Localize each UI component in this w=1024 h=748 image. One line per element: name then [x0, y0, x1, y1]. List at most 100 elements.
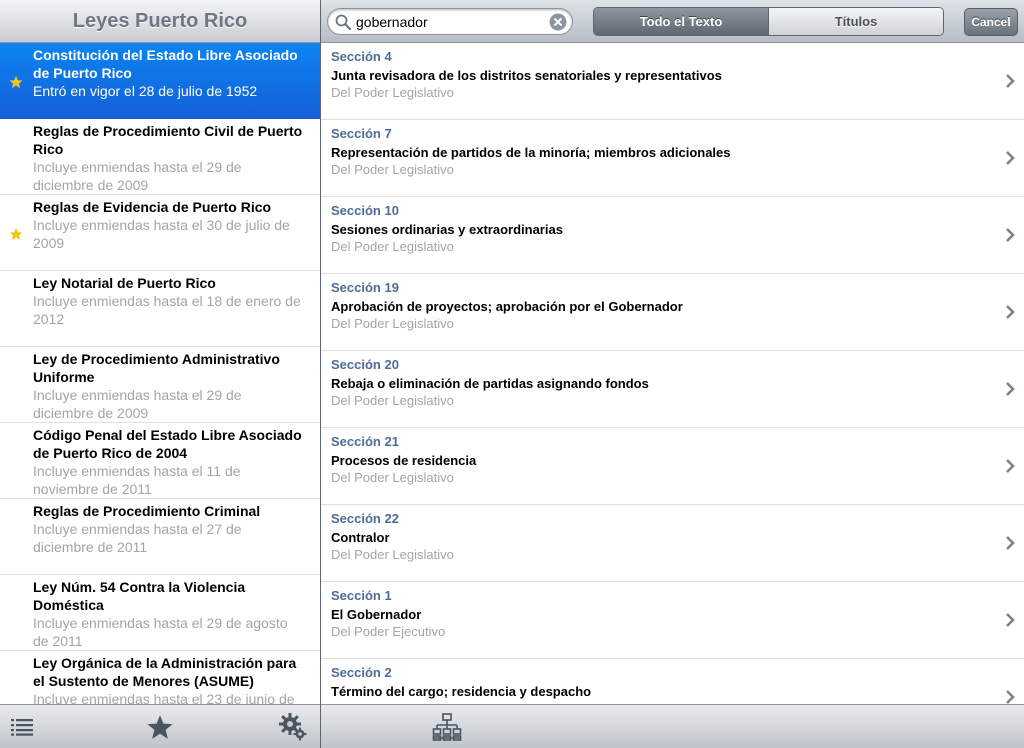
chevron-right-icon: [1006, 305, 1015, 319]
law-item-title: Reglas de Procedimiento Criminal: [33, 503, 261, 519]
law-item-subtitle: Incluye enmiendas hasta el 11 de noviemb…: [33, 463, 241, 497]
law-item-subtitle: Incluye enmiendas hasta el 29 de agosto …: [33, 615, 288, 649]
result-section: Sección 10: [331, 203, 399, 218]
law-item-title: Reglas de Evidencia de Puerto Rico: [33, 199, 272, 215]
gear-icon: [279, 713, 307, 741]
law-item-title: Ley Núm. 54 Contra la Violencia Doméstic…: [33, 579, 246, 613]
star-icon: [147, 715, 173, 739]
result-subtitle: Del Poder Ejecutivo: [331, 624, 446, 639]
table-of-contents-button[interactable]: [431, 711, 463, 743]
law-list-item[interactable]: Ley de Procedimiento Administrativo Unif…: [0, 347, 320, 423]
law-list-item[interactable]: Ley Orgánica de la Administración para e…: [0, 651, 320, 704]
result-title: Contralor: [331, 530, 390, 545]
hierarchy-icon: [432, 713, 462, 741]
result-row[interactable]: Sección 10 Sesiones ordinarias y extraord…: [321, 197, 1024, 274]
cancel-button[interactable]: Cancel: [964, 8, 1018, 36]
result-subtitle: Del Poder Legislativo: [331, 393, 454, 408]
result-subtitle: Del Poder Legislativo: [331, 316, 454, 331]
result-row[interactable]: Sección 1 El Gobernador Del Poder Ejecutiv…: [321, 582, 1024, 659]
law-list-item[interactable]: Reglas de Procedimiento Civil de Puerto …: [0, 119, 320, 195]
settings-button[interactable]: [277, 711, 309, 743]
law-list-item[interactable]: Reglas de Evidencia de Puerto Rico Incluy…: [0, 195, 320, 271]
result-row[interactable]: Sección 19 Aprobación de proyectos; aprob…: [321, 274, 1024, 351]
chevron-right-icon: [1006, 228, 1015, 242]
chevron-right-icon: [1006, 459, 1015, 473]
chevron-right-icon: [1006, 74, 1015, 88]
chevron-right-icon: [1006, 690, 1015, 704]
list-button[interactable]: [6, 711, 38, 743]
result-title: Sesiones ordinarias y extraordinarias: [331, 222, 563, 237]
result-section: Sección 22: [331, 511, 399, 526]
law-item-text: Reglas de Evidencia de Puerto Rico Incluy…: [33, 198, 306, 252]
result-row[interactable]: Sección 7 Representación de partidos de l…: [321, 120, 1024, 197]
search-field[interactable]: [327, 8, 573, 35]
law-item-text: Reglas de Procedimiento Criminal Incluye …: [33, 502, 306, 556]
result-section: Sección 1: [331, 588, 392, 603]
result-title: Rebaja o eliminación de partidas asignan…: [331, 376, 649, 391]
chevron-right-icon: [1006, 382, 1015, 396]
law-list-item[interactable]: Ley Notarial de Puerto Rico Incluye enmie…: [0, 271, 320, 347]
result-section: Sección 7: [331, 126, 392, 141]
favorites-button[interactable]: [144, 711, 176, 743]
result-section: Sección 2: [331, 665, 392, 680]
result-row[interactable]: Sección 4 Junta revisadora de los distrit…: [321, 43, 1024, 120]
law-item-title: Ley Notarial de Puerto Rico: [33, 275, 216, 291]
law-item-text: Ley Orgánica de la Administración para e…: [33, 654, 306, 704]
search-bar: Todo el Texto Títulos Cancel: [321, 0, 1024, 43]
app-title: Leyes Puerto Rico: [0, 0, 320, 43]
search-icon: [335, 14, 351, 30]
clear-icon[interactable]: [549, 13, 567, 31]
result-title: El Gobernador: [331, 607, 422, 622]
result-row[interactable]: Sección 21 Procesos de residencia Del Pode…: [321, 428, 1024, 505]
result-title: Junta revisadora de los distritos senato…: [331, 68, 722, 83]
result-section: Sección 20: [331, 357, 399, 372]
result-title: Aprobación de proyectos; aprobación por …: [331, 299, 683, 314]
result-section: Sección 21: [331, 434, 399, 449]
result-title: Procesos de residencia: [331, 453, 477, 468]
search-input[interactable]: [356, 12, 546, 32]
result-section: Sección 4: [331, 49, 392, 64]
law-list-item[interactable]: Constitución del Estado Libre Asociado d…: [0, 43, 320, 119]
chevron-right-icon: [1006, 613, 1015, 627]
law-list-item[interactable]: Ley Núm. 54 Contra la Violencia Doméstic…: [0, 575, 320, 651]
search-results-list[interactable]: Sección 4 Junta revisadora de los distrit…: [321, 43, 1024, 704]
law-item-subtitle: Incluye enmiendas hasta el 27 de diciemb…: [33, 521, 242, 555]
left-toolbar: [0, 704, 320, 748]
law-item-title: Ley Orgánica de la Administración para e…: [33, 655, 297, 689]
favorite-star-icon: [9, 227, 23, 241]
result-row[interactable]: Sección 22 Contralor Del Poder Legislativo: [321, 505, 1024, 582]
result-subtitle: Del Poder Legislativo: [331, 239, 454, 254]
scope-tab-full-text[interactable]: Todo el Texto: [594, 8, 768, 35]
law-list[interactable]: Constitución del Estado Libre Asociado d…: [0, 43, 320, 704]
law-list-pane: Leyes Puerto Rico Constitución del Estad…: [0, 0, 320, 748]
scope-tab-titles[interactable]: Títulos: [768, 8, 943, 35]
result-row[interactable]: Sección 2 Término del cargo; residencia y…: [321, 659, 1024, 704]
law-item-subtitle: Incluye enmiendas hasta el 30 de julio d…: [33, 217, 290, 251]
law-item-subtitle: Incluye enmiendas hasta el 18 de enero d…: [33, 293, 301, 327]
law-item-title: Código Penal del Estado Libre Asociado d…: [33, 427, 302, 461]
result-section: Sección 19: [331, 280, 399, 295]
law-item-title: Ley de Procedimiento Administrativo Unif…: [33, 351, 280, 385]
law-list-item[interactable]: Código Penal del Estado Libre Asociado d…: [0, 423, 320, 499]
law-item-text: Constitución del Estado Libre Asociado d…: [33, 46, 306, 100]
law-item-text: Ley Núm. 54 Contra la Violencia Doméstic…: [33, 578, 306, 650]
search-scope-control: Todo el Texto Títulos: [593, 7, 944, 36]
law-item-text: Código Penal del Estado Libre Asociado d…: [33, 426, 306, 498]
law-item-text: Reglas de Procedimiento Civil de Puerto …: [33, 122, 306, 194]
list-icon: [11, 719, 33, 736]
law-item-subtitle: Incluye enmiendas hasta el 29 de diciemb…: [33, 387, 242, 421]
law-list-item[interactable]: Reglas de Procedimiento Criminal Incluye …: [0, 499, 320, 575]
result-row[interactable]: Sección 20 Rebaja o eliminación de partid…: [321, 351, 1024, 428]
law-item-title: Reglas de Procedimiento Civil de Puerto …: [33, 123, 303, 157]
law-item-subtitle: Incluye enmiendas hasta el 23 de junio d…: [33, 691, 295, 704]
result-subtitle: Del Poder Legislativo: [331, 470, 454, 485]
law-item-text: Ley de Procedimiento Administrativo Unif…: [33, 350, 306, 422]
search-results-pane: Todo el Texto Títulos Cancel Sección 4 Ju…: [321, 0, 1024, 748]
result-title: Representación de partidos de la minoría…: [331, 145, 731, 160]
result-subtitle: Del Poder Legislativo: [331, 85, 454, 100]
law-item-subtitle: Entró en vigor el 28 de julio de 1952: [33, 83, 258, 99]
law-item-title: Constitución del Estado Libre Asociado d…: [33, 47, 298, 81]
chevron-right-icon: [1006, 151, 1015, 165]
result-subtitle: Del Poder Legislativo: [331, 547, 454, 562]
law-item-text: Ley Notarial de Puerto Rico Incluye enmie…: [33, 274, 306, 328]
